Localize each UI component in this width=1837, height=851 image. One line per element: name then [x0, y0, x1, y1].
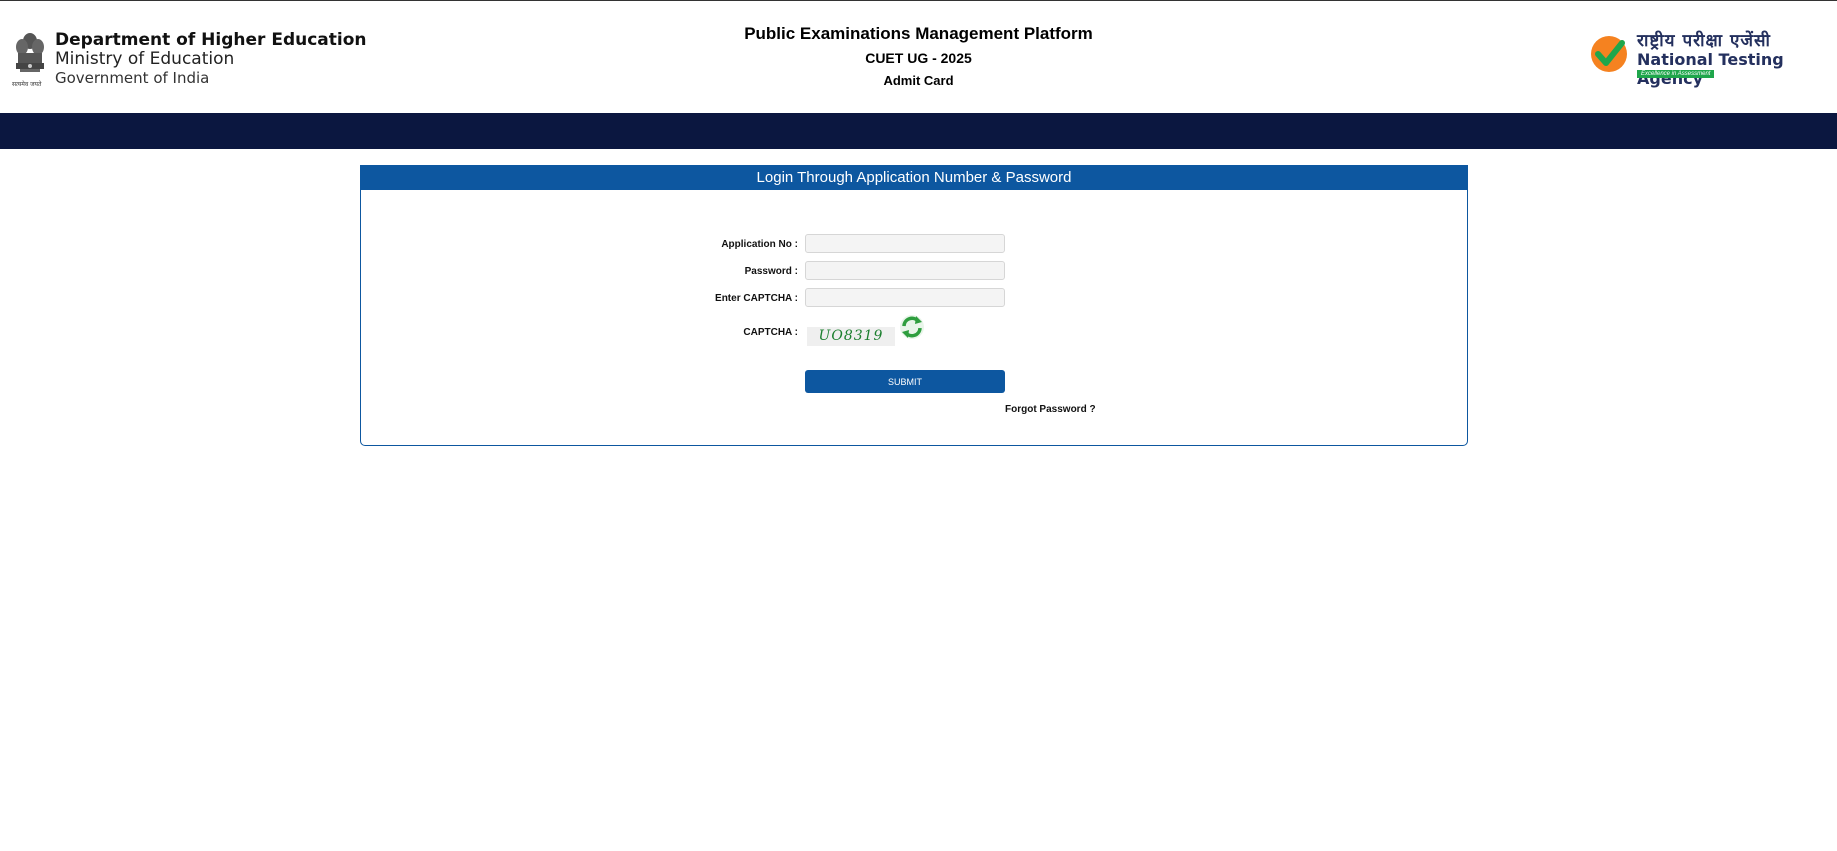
- nta-tagline: Excellence in Assessment: [1637, 70, 1715, 78]
- platform-title: Public Examinations Management Platform: [744, 24, 1093, 43]
- application-no-label: Application No :: [721, 239, 798, 250]
- password-label: Password :: [744, 266, 798, 277]
- forgot-password-link[interactable]: Forgot Password ?: [1005, 404, 1096, 415]
- page-title: Admit Card: [883, 73, 954, 88]
- nta-hindi-name: राष्ट्रीय परीक्षा एजेंसी: [1637, 31, 1771, 51]
- nav-bar: [0, 113, 1837, 149]
- captcha-input[interactable]: [805, 288, 1005, 307]
- login-panel: Login Through Application Number & Passw…: [360, 165, 1468, 446]
- captcha-image: UO8319: [807, 327, 895, 346]
- exam-name: CUET UG - 2025: [865, 50, 972, 66]
- refresh-captcha-icon[interactable]: [899, 314, 925, 340]
- password-input[interactable]: [805, 261, 1005, 280]
- captcha-label: CAPTCHA :: [743, 327, 798, 338]
- nta-checkmark-logo: [1591, 36, 1627, 72]
- submit-button[interactable]: SUBMIT: [805, 370, 1005, 393]
- nta-english-name: National Testing Agency: [1637, 50, 1784, 88]
- application-no-input[interactable]: [805, 234, 1005, 253]
- enter-captcha-label: Enter CAPTCHA :: [715, 293, 798, 304]
- login-heading: Login Through Application Number & Passw…: [361, 166, 1467, 190]
- site-header: सत्यमेव जयते Department of Higher Educat…: [0, 1, 1837, 113]
